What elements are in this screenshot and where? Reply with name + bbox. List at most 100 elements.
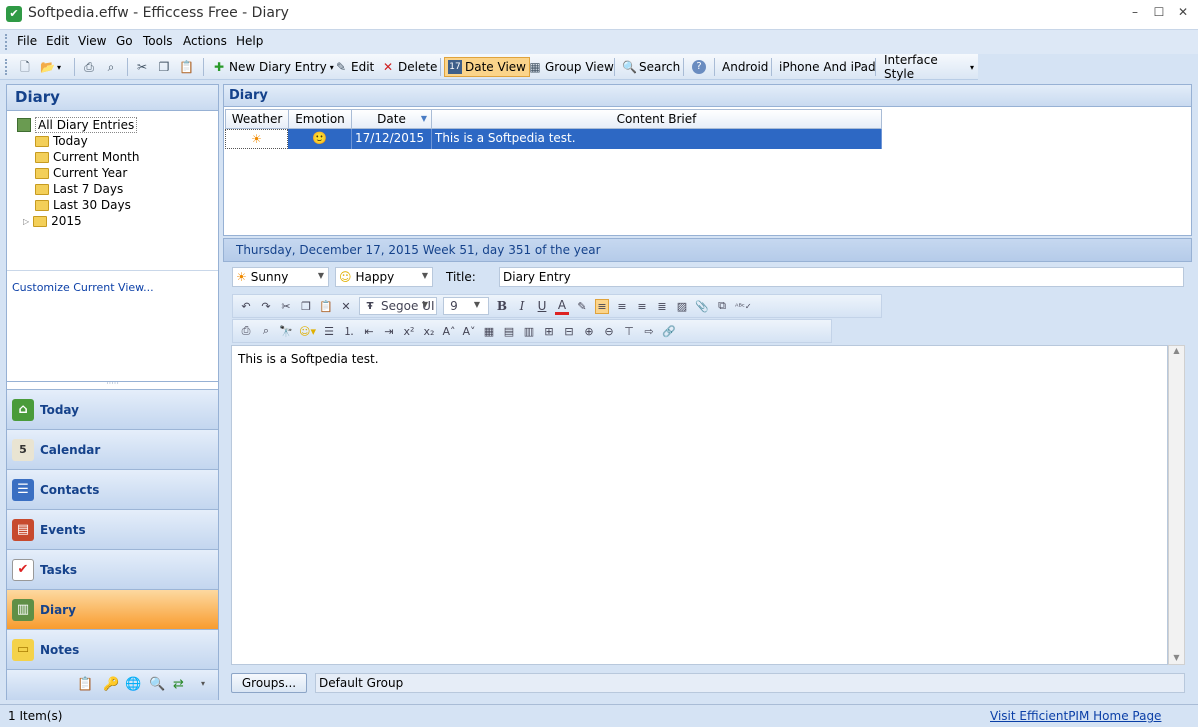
weather-select[interactable]: ☀ Sunny ▼ <box>232 267 329 287</box>
menu-help[interactable]: Help <box>236 34 263 48</box>
clipboard-icon[interactable]: 📋 <box>77 677 93 692</box>
iphone-ipad-button[interactable]: iPhone And iPad <box>775 57 880 77</box>
outdent-icon[interactable]: ⇤ <box>362 325 376 338</box>
date-view-button[interactable]: 17 Date View <box>444 57 530 77</box>
insert-image-icon[interactable]: ▨ <box>675 300 689 313</box>
clear-format-icon[interactable]: ✕ <box>339 300 353 313</box>
tree-item-last-30-days[interactable]: Last 30 Days <box>35 197 140 213</box>
shrink-font-icon[interactable]: A˅ <box>462 325 476 338</box>
insert-row-icon[interactable]: ⊕ <box>582 325 596 338</box>
entry-body-editor[interactable]: This is a Softpedia test. <box>231 345 1168 665</box>
column-weather[interactable]: Weather <box>225 109 289 129</box>
paste-icon[interactable]: 📋 <box>319 300 333 313</box>
find-icon[interactable]: 🔭 <box>279 325 293 338</box>
menu-go[interactable]: Go <box>116 34 133 48</box>
justify-icon[interactable]: ≣ <box>655 300 669 313</box>
globe-icon[interactable]: 🌐 <box>125 677 141 692</box>
nav-notes[interactable]: ▭ Notes <box>7 629 218 669</box>
table-row-icon[interactable]: ▤ <box>502 325 516 338</box>
help-button[interactable]: ? <box>688 57 710 77</box>
tree-item-2015[interactable]: ▷ 2015 <box>23 213 140 229</box>
preview-button[interactable]: ⌕ <box>100 57 122 77</box>
vertical-scrollbar[interactable]: ▲ ▼ <box>1168 345 1185 665</box>
bold-icon[interactable]: B <box>495 299 509 313</box>
groups-button[interactable]: Groups... <box>231 673 307 693</box>
sync-icon[interactable]: ⇄ <box>173 677 184 692</box>
table-row[interactable]: ☀ 🙂 17/12/2015 This is a Softpedia test. <box>225 129 882 149</box>
interface-style-button[interactable]: Interface Style ▾ <box>880 53 978 81</box>
tree-item-today[interactable]: Today <box>35 133 140 149</box>
key-icon[interactable]: 🔑 <box>103 677 119 692</box>
chevron-down-icon[interactable]: ▾ <box>201 679 205 688</box>
attachment-icon[interactable]: 📎 <box>695 300 709 313</box>
menu-view[interactable]: View <box>78 34 106 48</box>
align-center-icon[interactable]: ≡ <box>615 300 629 313</box>
open-button[interactable]: 📂 ▾ <box>36 57 65 77</box>
merge-cells-icon[interactable]: ⊞ <box>542 325 556 338</box>
nav-diary[interactable]: ▥ Diary <box>7 589 218 629</box>
font-size-select[interactable]: 9 ▼ <box>443 297 489 315</box>
split-cells-icon[interactable]: ⊟ <box>562 325 576 338</box>
column-emotion[interactable]: Emotion <box>288 109 352 129</box>
delete-row-icon[interactable]: ⊖ <box>602 325 616 338</box>
copy-icon[interactable]: ❐ <box>299 300 313 313</box>
menu-file[interactable]: File <box>17 34 37 48</box>
align-right-icon[interactable]: ≡ <box>635 300 649 313</box>
grow-font-icon[interactable]: A˄ <box>442 325 456 338</box>
tree-item-all-entries[interactable]: All Diary Entries <box>17 117 140 133</box>
hyperlink-icon[interactable]: 🔗 <box>662 325 676 338</box>
subscript-icon[interactable]: x₂ <box>422 325 436 338</box>
undo-icon[interactable]: ↶ <box>239 300 253 313</box>
splitter-handle[interactable]: ····· <box>7 380 218 388</box>
close-button[interactable]: ✕ <box>1170 5 1196 23</box>
edit-button[interactable]: ✎ Edit <box>330 57 378 77</box>
delete-button[interactable]: ✕ Delete <box>377 57 441 77</box>
scroll-up-icon[interactable]: ▲ <box>1169 346 1184 355</box>
paste-button[interactable]: 📋 <box>175 57 197 77</box>
expand-arrow-icon[interactable]: ▷ <box>23 217 29 226</box>
emotion-select[interactable]: ☺ Happy ▼ <box>335 267 433 287</box>
italic-icon[interactable]: I <box>515 299 529 313</box>
menu-edit[interactable]: Edit <box>46 34 69 48</box>
highlight-icon[interactable]: ✎ <box>575 300 589 313</box>
nav-contacts[interactable]: ☰ Contacts <box>7 469 218 509</box>
menu-actions[interactable]: Actions <box>183 34 227 48</box>
table-props-icon[interactable]: ⊤ <box>622 325 636 338</box>
print-preview-icon[interactable]: ⌕ <box>259 324 273 338</box>
nav-tasks[interactable]: ✔ Tasks <box>7 549 218 589</box>
emoticon-icon[interactable]: ☺▾ <box>299 325 316 338</box>
copy-button[interactable]: ❐ <box>153 57 175 77</box>
insert-object-icon[interactable]: ⧉ <box>715 299 729 313</box>
maximize-button[interactable]: ☐ <box>1146 5 1172 23</box>
menu-tools[interactable]: Tools <box>143 34 173 48</box>
bullet-list-icon[interactable]: ☰ <box>322 325 336 338</box>
new-diary-entry-button[interactable]: ✚ New Diary Entry ▾ <box>208 57 338 77</box>
tree-item-last-7-days[interactable]: Last 7 Days <box>35 181 140 197</box>
search-button[interactable]: 🔍 Search <box>618 57 684 77</box>
print-icon[interactable]: ⎙ <box>239 324 253 338</box>
redo-icon[interactable]: ↷ <box>259 300 273 313</box>
print-button[interactable]: ⎙ <box>78 57 100 77</box>
font-color-icon[interactable]: A <box>555 298 569 315</box>
customize-view-link[interactable]: Customize Current View... <box>12 281 154 294</box>
nav-events[interactable]: ▤ Events <box>7 509 218 549</box>
cut-icon[interactable]: ✂ <box>279 300 293 313</box>
nav-today[interactable]: ⌂ Today <box>7 389 218 429</box>
insert-table-icon[interactable]: ▦ <box>482 325 496 338</box>
title-field[interactable]: Diary Entry <box>499 267 1184 287</box>
spellcheck-icon[interactable]: ᴬᴮᶜ✓ <box>735 302 752 311</box>
superscript-icon[interactable]: x² <box>402 325 416 338</box>
align-left-icon[interactable]: ≡ <box>595 298 609 314</box>
numbered-list-icon[interactable]: ⒈ <box>342 323 356 339</box>
search-icon[interactable]: 🔍 <box>149 677 165 692</box>
column-date[interactable]: Date ▼ <box>351 109 432 129</box>
tree-item-current-year[interactable]: Current Year <box>35 165 140 181</box>
tree-item-current-month[interactable]: Current Month <box>35 149 140 165</box>
minimize-button[interactable]: – <box>1122 5 1148 23</box>
column-content-brief[interactable]: Content Brief <box>431 109 882 129</box>
cut-button[interactable]: ✂ <box>131 57 153 77</box>
new-file-button[interactable]: 🗋 <box>14 57 36 77</box>
font-select[interactable]: Ŧ Segoe UI ▼ <box>359 297 437 315</box>
group-view-button[interactable]: ▦ Group View <box>524 57 618 77</box>
nav-calendar[interactable]: 5 Calendar <box>7 429 218 469</box>
